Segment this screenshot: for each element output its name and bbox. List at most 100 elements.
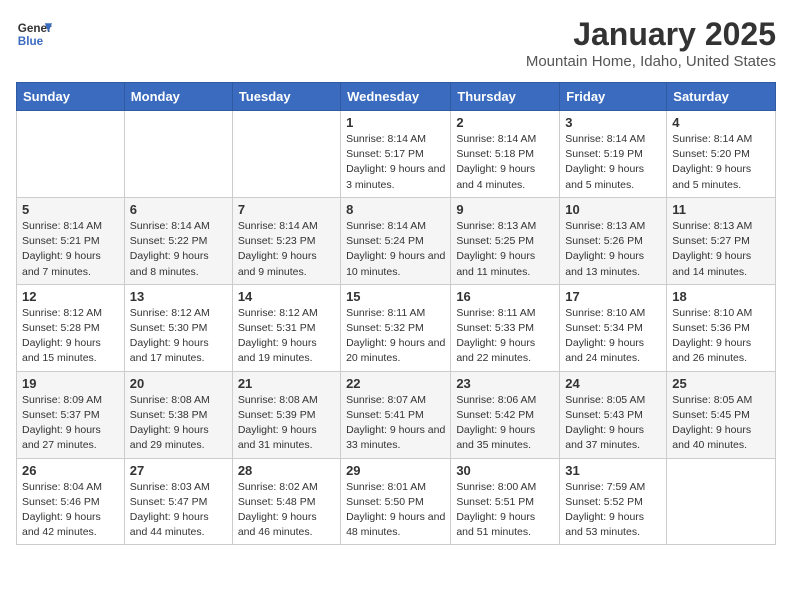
day-number: 19: [22, 376, 119, 391]
day-number: 11: [672, 202, 770, 217]
calendar-cell: [124, 111, 232, 198]
day-info: Sunrise: 8:06 AM Sunset: 5:42 PM Dayligh…: [456, 393, 554, 454]
title-block: January 2025 Mountain Home, Idaho, Unite…: [526, 16, 776, 70]
weekday-header-cell: Monday: [124, 83, 232, 111]
day-info: Sunrise: 8:02 AM Sunset: 5:48 PM Dayligh…: [238, 480, 335, 541]
day-info: Sunrise: 8:14 AM Sunset: 5:23 PM Dayligh…: [238, 219, 335, 280]
calendar-cell: 5 Sunrise: 8:14 AM Sunset: 5:21 PM Daylig…: [17, 197, 125, 284]
day-number: 5: [22, 202, 119, 217]
day-number: 8: [346, 202, 445, 217]
day-number: 29: [346, 463, 445, 478]
svg-text:Blue: Blue: [18, 35, 44, 48]
calendar-cell: 1Sunrise: 8:14 AM Sunset: 5:17 PM Daylig…: [341, 111, 451, 198]
calendar-cell: 9 Sunrise: 8:13 AM Sunset: 5:25 PM Daylig…: [451, 197, 560, 284]
calendar-cell: 19 Sunrise: 8:09 AM Sunset: 5:37 PM Dayli…: [17, 371, 125, 458]
day-number: 4: [672, 115, 770, 130]
day-number: 6: [130, 202, 227, 217]
calendar-cell: [232, 111, 340, 198]
calendar-cell: 27Sunrise: 8:03 AM Sunset: 5:47 PM Dayli…: [124, 458, 232, 545]
calendar-week-row: 26Sunrise: 8:04 AM Sunset: 5:46 PM Dayli…: [17, 458, 776, 545]
calendar-cell: 30 Sunrise: 8:00 AM Sunset: 5:51 PM Dayli…: [451, 458, 560, 545]
day-number: 27: [130, 463, 227, 478]
weekday-header-cell: Friday: [560, 83, 667, 111]
day-info: Sunrise: 8:00 AM Sunset: 5:51 PM Dayligh…: [456, 480, 554, 541]
calendar-week-row: 12 Sunrise: 8:12 AM Sunset: 5:28 PM Dayli…: [17, 284, 776, 371]
calendar-cell: 31Sunrise: 7:59 AM Sunset: 5:52 PM Dayli…: [560, 458, 667, 545]
day-number: 14: [238, 289, 335, 304]
calendar-cell: 2Sunrise: 8:14 AM Sunset: 5:18 PM Daylig…: [451, 111, 560, 198]
calendar-cell: 14 Sunrise: 8:12 AM Sunset: 5:31 PM Dayli…: [232, 284, 340, 371]
calendar-cell: 18Sunrise: 8:10 AM Sunset: 5:36 PM Dayli…: [667, 284, 776, 371]
calendar-cell: [667, 458, 776, 545]
calendar-cell: 7Sunrise: 8:14 AM Sunset: 5:23 PM Daylig…: [232, 197, 340, 284]
page-header: General Blue January 2025 Mountain Home,…: [16, 16, 776, 70]
day-number: 3: [565, 115, 661, 130]
day-number: 22: [346, 376, 445, 391]
day-info: Sunrise: 8:11 AM Sunset: 5:33 PM Dayligh…: [456, 306, 554, 367]
day-number: 25: [672, 376, 770, 391]
day-info: Sunrise: 8:12 AM Sunset: 5:30 PM Dayligh…: [130, 306, 227, 367]
weekday-header-cell: Sunday: [17, 83, 125, 111]
day-info: Sunrise: 7:59 AM Sunset: 5:52 PM Dayligh…: [565, 480, 661, 541]
day-info: Sunrise: 8:08 AM Sunset: 5:38 PM Dayligh…: [130, 393, 227, 454]
calendar-week-row: 1Sunrise: 8:14 AM Sunset: 5:17 PM Daylig…: [17, 111, 776, 198]
day-number: 16: [456, 289, 554, 304]
day-info: Sunrise: 8:10 AM Sunset: 5:34 PM Dayligh…: [565, 306, 661, 367]
calendar-cell: 20 Sunrise: 8:08 AM Sunset: 5:38 PM Dayli…: [124, 371, 232, 458]
calendar-cell: 16 Sunrise: 8:11 AM Sunset: 5:33 PM Dayli…: [451, 284, 560, 371]
calendar-cell: 10 Sunrise: 8:13 AM Sunset: 5:26 PM Dayli…: [560, 197, 667, 284]
day-info: Sunrise: 8:13 AM Sunset: 5:27 PM Dayligh…: [672, 219, 770, 280]
day-info: Sunrise: 8:14 AM Sunset: 5:20 PM Dayligh…: [672, 132, 770, 193]
calendar-cell: 25 Sunrise: 8:05 AM Sunset: 5:45 PM Dayli…: [667, 371, 776, 458]
day-info: Sunrise: 8:14 AM Sunset: 5:22 PM Dayligh…: [130, 219, 227, 280]
calendar-cell: 12 Sunrise: 8:12 AM Sunset: 5:28 PM Dayli…: [17, 284, 125, 371]
day-info: Sunrise: 8:14 AM Sunset: 5:17 PM Dayligh…: [346, 132, 445, 193]
calendar-cell: 13Sunrise: 8:12 AM Sunset: 5:30 PM Dayli…: [124, 284, 232, 371]
day-number: 30: [456, 463, 554, 478]
calendar-cell: 8Sunrise: 8:14 AM Sunset: 5:24 PM Daylig…: [341, 197, 451, 284]
day-info: Sunrise: 8:14 AM Sunset: 5:19 PM Dayligh…: [565, 132, 661, 193]
calendar-cell: 26Sunrise: 8:04 AM Sunset: 5:46 PM Dayli…: [17, 458, 125, 545]
calendar-cell: 24 Sunrise: 8:05 AM Sunset: 5:43 PM Dayli…: [560, 371, 667, 458]
day-number: 10: [565, 202, 661, 217]
day-info: Sunrise: 8:09 AM Sunset: 5:37 PM Dayligh…: [22, 393, 119, 454]
day-info: Sunrise: 8:12 AM Sunset: 5:31 PM Dayligh…: [238, 306, 335, 367]
logo: General Blue: [16, 16, 52, 52]
day-number: 15: [346, 289, 445, 304]
calendar-cell: 22 Sunrise: 8:07 AM Sunset: 5:41 PM Dayli…: [341, 371, 451, 458]
day-info: Sunrise: 8:12 AM Sunset: 5:28 PM Dayligh…: [22, 306, 119, 367]
day-info: Sunrise: 8:13 AM Sunset: 5:25 PM Dayligh…: [456, 219, 554, 280]
calendar-week-row: 5 Sunrise: 8:14 AM Sunset: 5:21 PM Daylig…: [17, 197, 776, 284]
calendar-cell: 3 Sunrise: 8:14 AM Sunset: 5:19 PM Daylig…: [560, 111, 667, 198]
day-info: Sunrise: 8:13 AM Sunset: 5:26 PM Dayligh…: [565, 219, 661, 280]
calendar-week-row: 19 Sunrise: 8:09 AM Sunset: 5:37 PM Dayli…: [17, 371, 776, 458]
day-info: Sunrise: 8:05 AM Sunset: 5:43 PM Dayligh…: [565, 393, 661, 454]
day-number: 20: [130, 376, 227, 391]
day-number: 23: [456, 376, 554, 391]
weekday-header-cell: Saturday: [667, 83, 776, 111]
day-number: 17: [565, 289, 661, 304]
calendar-cell: 15 Sunrise: 8:11 AM Sunset: 5:32 PM Dayli…: [341, 284, 451, 371]
day-number: 21: [238, 376, 335, 391]
day-number: 9: [456, 202, 554, 217]
weekday-header-cell: Tuesday: [232, 83, 340, 111]
weekday-header-cell: Wednesday: [341, 83, 451, 111]
calendar-cell: 21Sunrise: 8:08 AM Sunset: 5:39 PM Dayli…: [232, 371, 340, 458]
calendar-table: SundayMondayTuesdayWednesdayThursdayFrid…: [16, 82, 776, 545]
day-number: 28: [238, 463, 335, 478]
calendar-cell: 4 Sunrise: 8:14 AM Sunset: 5:20 PM Daylig…: [667, 111, 776, 198]
day-number: 12: [22, 289, 119, 304]
day-number: 24: [565, 376, 661, 391]
day-info: Sunrise: 8:14 AM Sunset: 5:21 PM Dayligh…: [22, 219, 119, 280]
calendar-cell: 29 Sunrise: 8:01 AM Sunset: 5:50 PM Dayli…: [341, 458, 451, 545]
day-info: Sunrise: 8:11 AM Sunset: 5:32 PM Dayligh…: [346, 306, 445, 367]
calendar-cell: [17, 111, 125, 198]
calendar-cell: 23 Sunrise: 8:06 AM Sunset: 5:42 PM Dayli…: [451, 371, 560, 458]
calendar-cell: 6 Sunrise: 8:14 AM Sunset: 5:22 PM Daylig…: [124, 197, 232, 284]
weekday-header-row: SundayMondayTuesdayWednesdayThursdayFrid…: [17, 83, 776, 111]
day-info: Sunrise: 8:01 AM Sunset: 5:50 PM Dayligh…: [346, 480, 445, 541]
day-info: Sunrise: 8:05 AM Sunset: 5:45 PM Dayligh…: [672, 393, 770, 454]
day-info: Sunrise: 8:04 AM Sunset: 5:46 PM Dayligh…: [22, 480, 119, 541]
day-info: Sunrise: 8:07 AM Sunset: 5:41 PM Dayligh…: [346, 393, 445, 454]
day-info: Sunrise: 8:14 AM Sunset: 5:18 PM Dayligh…: [456, 132, 554, 193]
